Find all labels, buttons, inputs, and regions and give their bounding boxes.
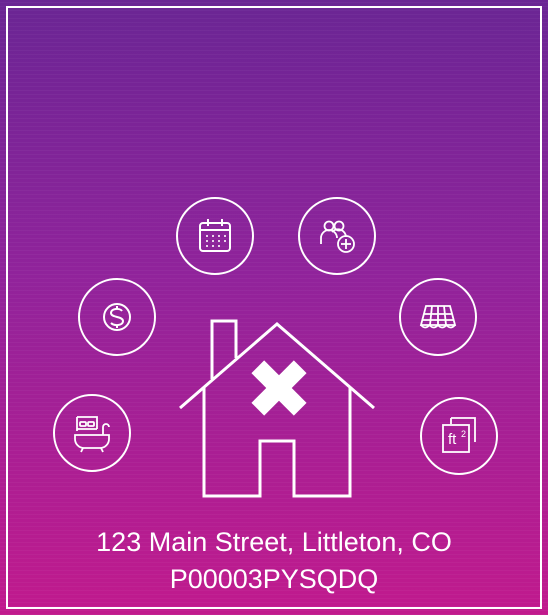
property-card: ft 2 123 Main Street, Littleton, CO P000… (0, 0, 548, 615)
house-unavailable-icon (174, 318, 386, 505)
dollar-icon (78, 278, 156, 356)
property-address: 123 Main Street, Littleton, CO (96, 527, 452, 557)
bed-bath-icon (53, 394, 131, 472)
people-add-icon (298, 197, 376, 275)
roof-icon (399, 278, 477, 356)
square-feet-superscript: 2 (461, 429, 466, 439)
square-feet-label: ft (448, 431, 457, 448)
property-id: P00003PYSQDQ (169, 564, 379, 594)
calendar-icon (176, 197, 254, 275)
square-feet-icon: ft 2 (420, 397, 498, 475)
